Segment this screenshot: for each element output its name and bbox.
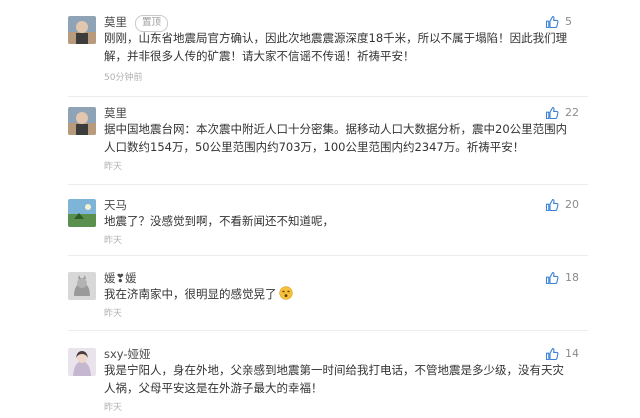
- like-count: 5: [565, 14, 572, 28]
- like-button[interactable]: 22: [545, 103, 579, 121]
- thumbs-up-icon[interactable]: [545, 197, 559, 212]
- comment-list: 莫里 置顶 5 刚刚，山东省地震局官方确认，因此次地震震源深度18千米，所以不属于…: [0, 0, 640, 418]
- divider: [68, 96, 588, 97]
- comment-text: 地震了？没感觉到啊，不看新闻还不知道呢，: [104, 214, 334, 228]
- comment-time: 50分钟前: [104, 73, 143, 83]
- divider: [68, 255, 588, 256]
- username[interactable]: sxy-娅娅: [104, 346, 151, 362]
- like-count: 22: [565, 105, 579, 119]
- comment-item: 莫里 置顶 5 刚刚，山东省地震局官方确认，因此次地震震源深度18千米，所以不属于…: [0, 12, 640, 94]
- username[interactable]: 媛❣媛: [104, 270, 137, 286]
- thumbs-up-icon[interactable]: [545, 270, 559, 285]
- avatar[interactable]: [68, 16, 96, 44]
- like-count: 18: [565, 270, 579, 284]
- username[interactable]: 天马: [104, 197, 127, 213]
- username-text[interactable]: 莫里: [104, 15, 127, 29]
- thumbs-up-icon[interactable]: [545, 346, 559, 361]
- comment-content: 我在济南家中，很明显的感觉晃了: [104, 285, 574, 303]
- comment-text: 据中国地震台网：本次震中附近人口十分密集。据移动人口大数据分析，震中20公里范围…: [104, 122, 568, 154]
- divider: [68, 330, 588, 331]
- thumbs-up-icon[interactable]: [545, 14, 559, 29]
- avatar[interactable]: [68, 348, 96, 376]
- comment-item: 媛❣媛 18 我在济南家中，很明显的感觉晃了 昨天: [0, 268, 640, 328]
- thumbs-up-icon[interactable]: [545, 105, 559, 120]
- like-count: 14: [565, 346, 579, 360]
- dizzy-face-emoji-icon: [278, 286, 293, 300]
- comment-text: 刚刚，山东省地震局官方确认，因此次地震震源深度18千米，所以不属于塌陷！因此我们…: [104, 31, 568, 63]
- like-button[interactable]: 18: [545, 268, 579, 286]
- comment-text: 我在济南家中，很明显的感觉晃了: [104, 287, 277, 301]
- like-count: 20: [565, 197, 579, 211]
- avatar[interactable]: [68, 199, 96, 227]
- divider: [68, 184, 588, 185]
- avatar[interactable]: [68, 272, 96, 300]
- like-button[interactable]: 14: [545, 344, 579, 362]
- comment-text: 我是宁阳人，身在外地，父亲感到地震第一时间给我打电话，不管地震是多少级，没有天灾…: [104, 363, 564, 395]
- comment-item: sxy-娅娅 14 我是宁阳人，身在外地，父亲感到地震第一时间给我打电话，不管地…: [0, 344, 640, 418]
- comment-time: 昨天: [104, 403, 123, 413]
- like-button[interactable]: 5: [545, 12, 572, 30]
- avatar[interactable]: [68, 107, 96, 135]
- comment-time: 昨天: [104, 162, 123, 172]
- comment-item: 莫里 22 据中国地震台网：本次震中附近人口十分密集。据移动人口大数据分析，震中…: [0, 103, 640, 185]
- comment-item: 天马 20 地震了？没感觉到啊，不看新闻还不知道呢， 昨天: [0, 195, 640, 255]
- comment-time: 昨天: [104, 236, 123, 246]
- like-button[interactable]: 20: [545, 195, 579, 213]
- username[interactable]: 莫里: [104, 105, 127, 121]
- comment-time: 昨天: [104, 309, 123, 319]
